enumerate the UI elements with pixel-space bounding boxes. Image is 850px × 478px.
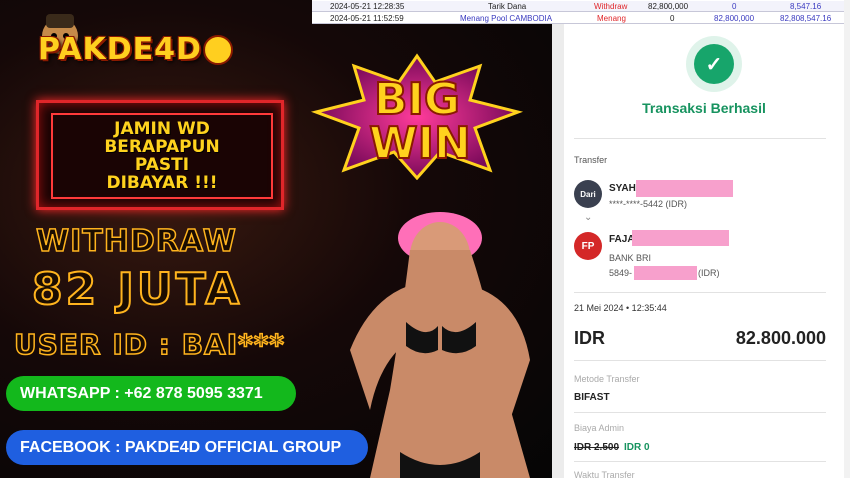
row-date: 2024-05-21 11:52:59 <box>330 13 404 23</box>
divider <box>574 292 826 293</box>
transfer-datetime: 21 Mei 2024 • 12:35:44 <box>574 303 667 313</box>
currency-label: IDR <box>574 328 605 348</box>
time-label: Waktu Transfer <box>574 470 635 478</box>
table-row: 2024-05-21 12:28:35 Tarik Dana Withdraw … <box>312 1 844 12</box>
divider <box>574 412 826 413</box>
sender-account: ****-****-5442 (IDR) <box>609 199 688 209</box>
recipient-name: FAJA <box>609 234 635 245</box>
row-credit: 0 <box>732 1 737 11</box>
row-credit: 82,800,000 <box>714 13 755 23</box>
withdraw-title: WITHDRAW <box>35 223 237 260</box>
redaction-mask <box>636 180 733 197</box>
redaction-mask <box>634 266 697 280</box>
fee-new: IDR 0 <box>624 442 650 453</box>
divider <box>574 461 826 462</box>
amount-row: IDR 82.800.000 <box>574 328 826 349</box>
badge-line-3: PASTI <box>134 155 190 175</box>
whatsapp-link[interactable]: WHATSAPP : +62 878 5095 3371 <box>6 376 296 411</box>
recipient-bank: BANK BRI <box>609 253 652 263</box>
divider <box>574 138 826 139</box>
transfer-amount: 82.800.000 <box>735 328 826 348</box>
method-value: BIFAST <box>574 392 610 403</box>
row-type: Withdraw <box>594 1 628 11</box>
recipient-avatar: FP <box>574 232 602 260</box>
row-desc: Tarik Dana <box>488 1 527 11</box>
transaction-history-table: 2024-05-21 12:28:35 Tarik Dana Withdraw … <box>312 0 844 24</box>
row-date: 2024-05-21 12:28:35 <box>330 1 405 11</box>
badge-line-1: JAMIN WD <box>114 119 210 139</box>
logo-text: PAKDE4D <box>38 32 202 67</box>
user-id: USER ID : BAI*** <box>13 327 286 362</box>
table-row: 2024-05-21 11:52:59 Menang Pool CAMBODIA… <box>312 13 844 24</box>
check-icon: ✓ <box>694 44 734 84</box>
sender-avatar: Dari <box>574 180 602 208</box>
facebook-link[interactable]: FACEBOOK : PAKDE4D OFFICIAL GROUP <box>6 430 368 465</box>
big-win-bottom: WIN <box>369 118 471 169</box>
row-debit: 82,800,000 <box>648 1 689 11</box>
chevron-down-icon: ⌄ <box>584 212 593 223</box>
recipient-account-suffix: (IDR) <box>698 268 720 278</box>
withdraw-amount: 82 JUTA <box>31 263 243 316</box>
row-debit: 0 <box>670 13 675 23</box>
row-desc[interactable]: Menang Pool CAMBODIA <box>460 14 552 23</box>
sender-name: SYAH <box>609 183 636 194</box>
divider <box>574 360 826 361</box>
status-title: Transaksi Berhasil <box>642 100 766 116</box>
recipient-account-prefix: 5849- <box>609 268 633 278</box>
badge-line-2: BERAPAPUN <box>104 137 220 157</box>
big-win-graphic: BIG WIN <box>310 53 524 180</box>
guarantee-badge: JAMIN WD BERAPAPUN PASTI DIBAYAR !!! <box>36 100 284 210</box>
row-type: Menang <box>597 13 626 23</box>
fee-label: Biaya Admin <box>574 423 625 433</box>
row-balance: 82,808,547.16 <box>780 13 832 23</box>
transfer-label: Transfer <box>574 155 608 165</box>
badge-line-4: DIBAYAR !!! <box>106 173 218 193</box>
row-balance: 8,547.16 <box>790 1 822 11</box>
transfer-receipt: ✓ Transaksi Berhasil Transfer Dari SYAH … <box>552 24 844 478</box>
redaction-mask <box>632 230 729 246</box>
right-edge <box>844 0 850 478</box>
promo-banner: PAKDE4D JAMIN WD BERAPAPUN PASTI DIBAYAR… <box>0 0 552 478</box>
method-label: Metode Transfer <box>574 374 640 384</box>
fee-old: IDR 2.500 <box>574 442 620 453</box>
success-badge: ✓ <box>686 36 742 92</box>
